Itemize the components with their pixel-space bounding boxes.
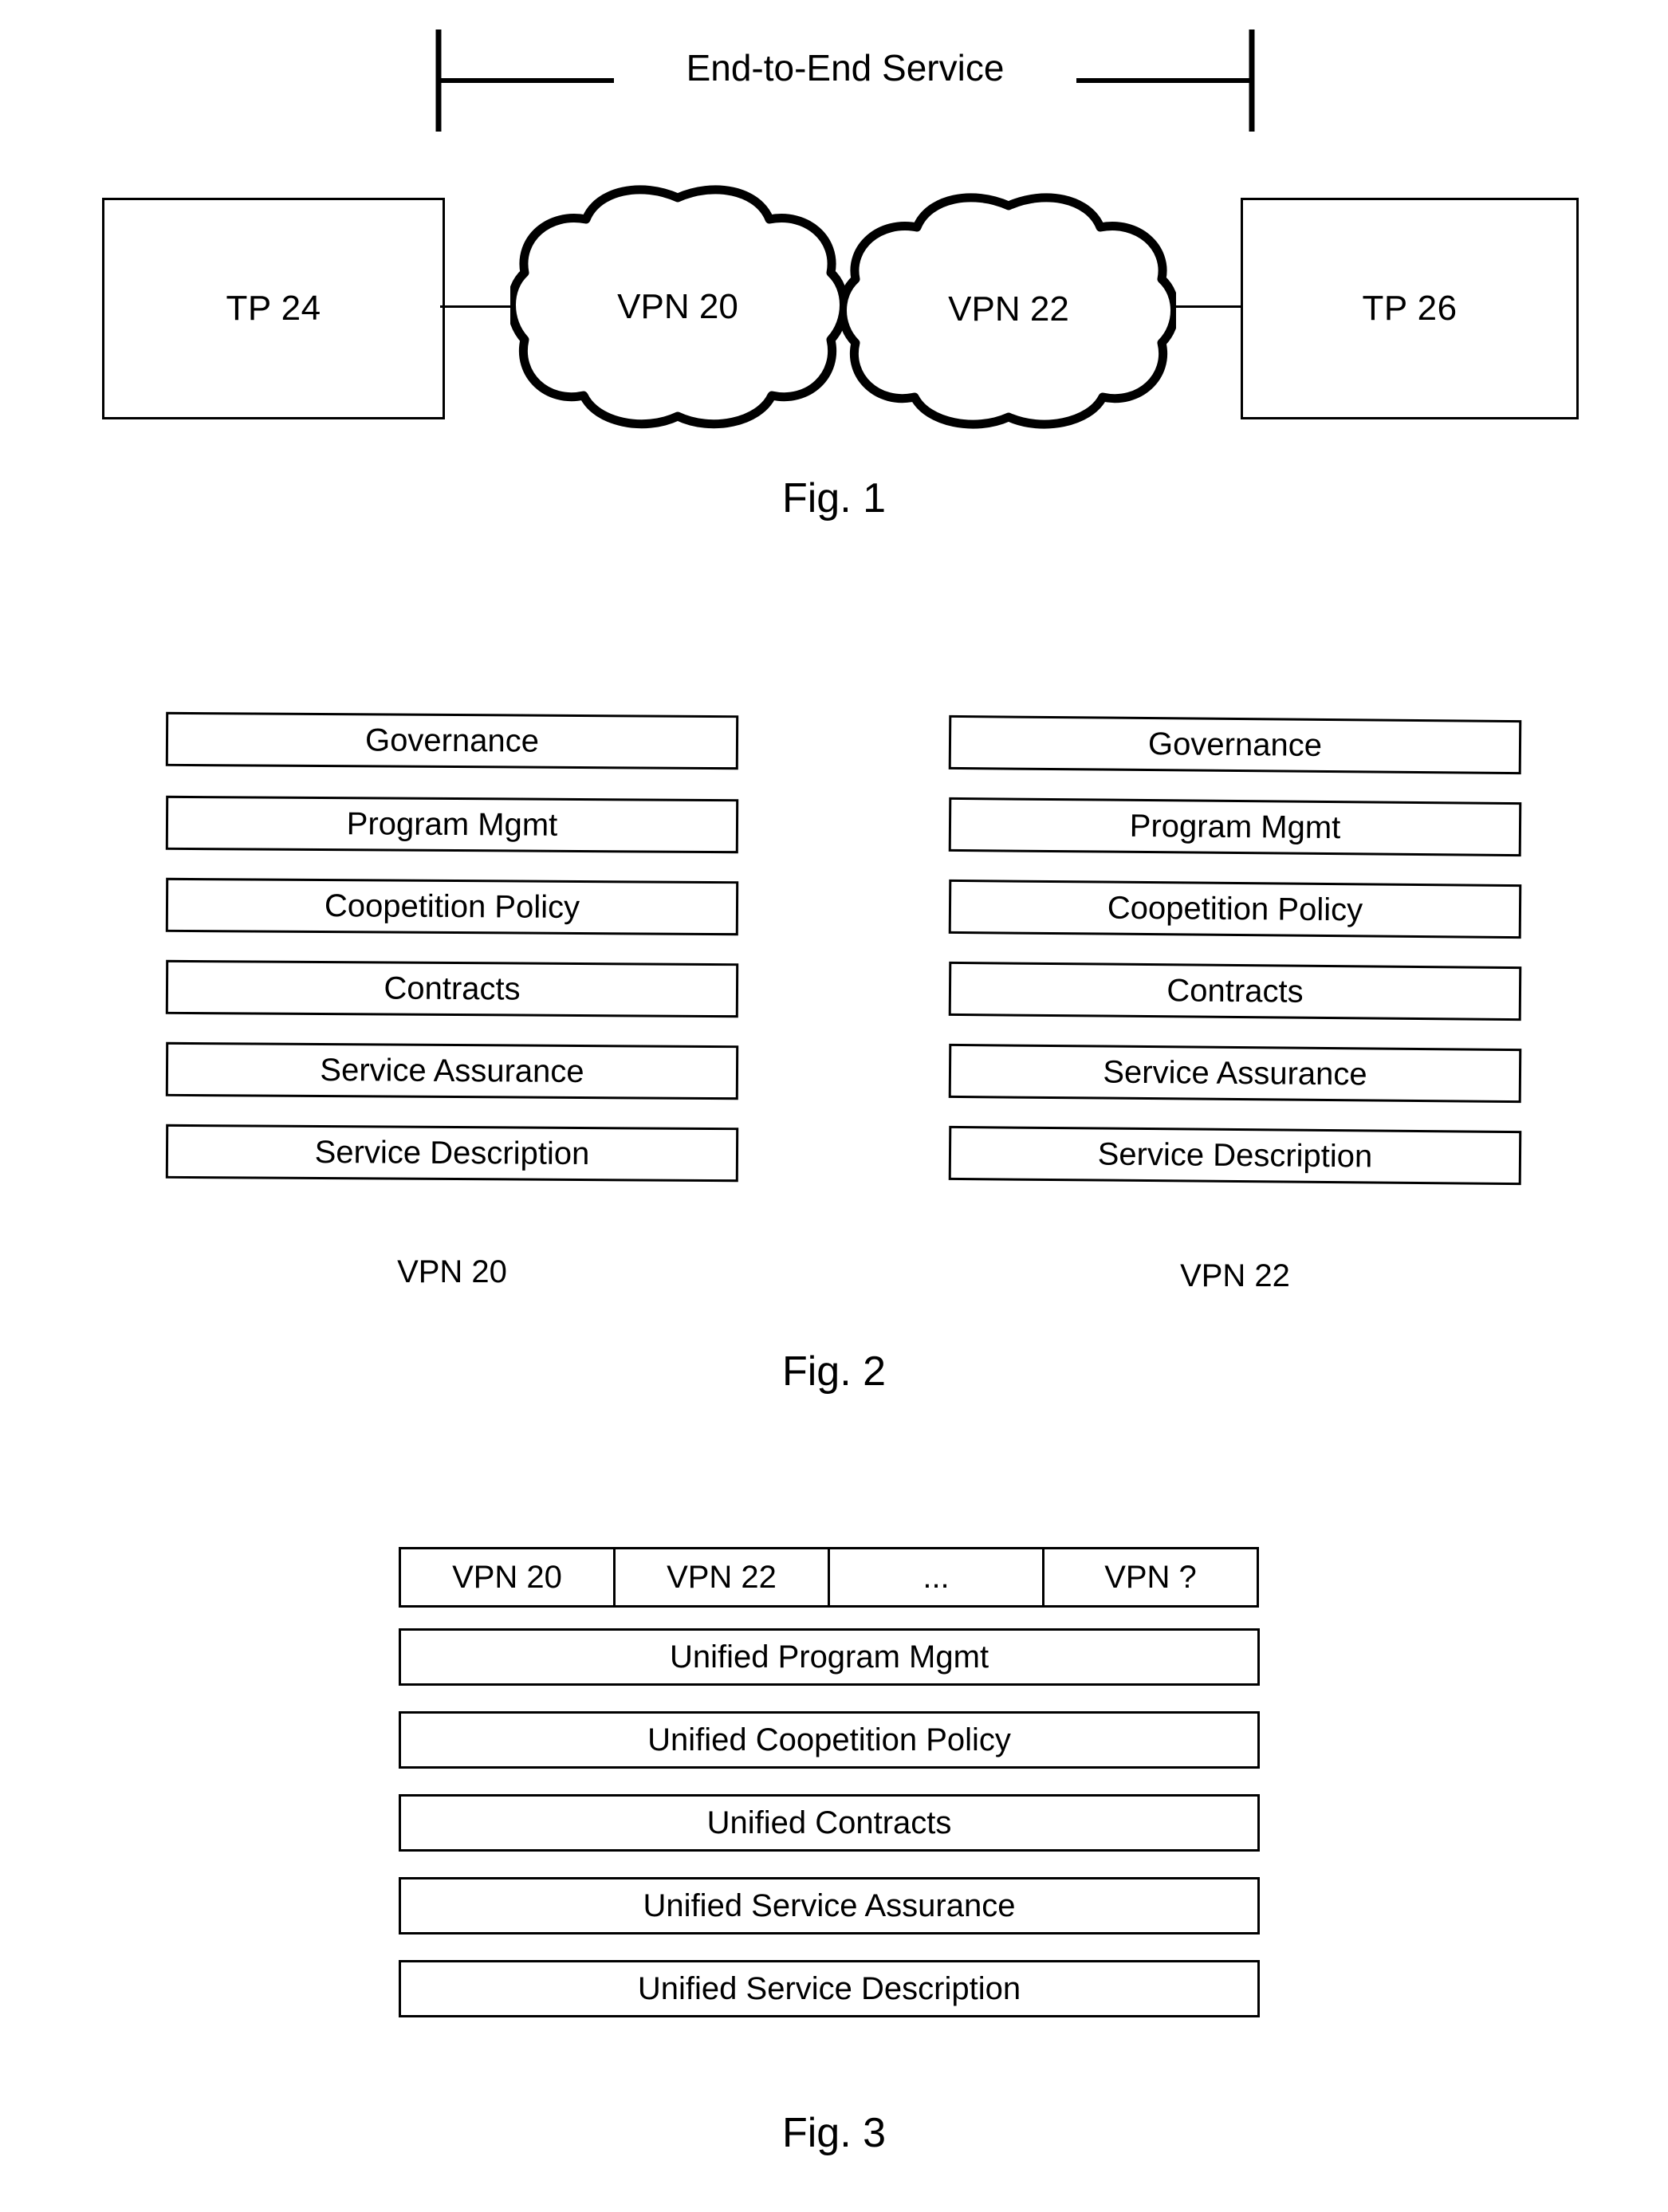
fig2-col0-layer-2: Coopetition Policy bbox=[165, 877, 739, 936]
tp-24-box: TP 24 bbox=[102, 198, 445, 419]
vpn-22-cloud-label: VPN 22 bbox=[948, 289, 1069, 329]
fig2-col1-layer-4: Service Assurance bbox=[948, 1043, 1522, 1104]
fig2-col0-layer-0: Governance bbox=[165, 711, 739, 770]
fig3-vpn-cell-3: VPN ? bbox=[1042, 1547, 1259, 1608]
fig2-col1-layer-3: Contracts bbox=[948, 961, 1522, 1021]
layer-label: Service Assurance bbox=[1103, 1054, 1367, 1092]
fig2-col1-layer-1: Program Mgmt bbox=[948, 797, 1522, 857]
fig3-layer-2: Unified Contracts bbox=[399, 1794, 1260, 1852]
layer-label: Service Description bbox=[1097, 1136, 1373, 1175]
tp-24-label: TP 24 bbox=[226, 289, 321, 328]
layer-label: Program Mgmt bbox=[346, 805, 558, 843]
layer-label: Program Mgmt bbox=[1129, 808, 1341, 845]
figure-1: End-to-End Service TP 24 VPN 20 VPN 22 T… bbox=[0, 0, 1668, 558]
layer-label: Contracts bbox=[384, 970, 521, 1007]
fig2-col0-layer-1: Program Mgmt bbox=[165, 795, 739, 854]
fig3-layer-1: Unified Coopetition Policy bbox=[399, 1711, 1260, 1769]
vpn-cell-label: VPN 20 bbox=[452, 1559, 562, 1595]
layer-label: Coopetition Policy bbox=[324, 888, 580, 925]
fig2-col0-label: VPN 20 bbox=[397, 1254, 507, 1289]
fig2-col1-layer-0: Governance bbox=[948, 714, 1522, 775]
vpn-cell-label: ... bbox=[923, 1559, 950, 1595]
layer-label: Unified Contracts bbox=[706, 1805, 952, 1840]
fig2-col0-layer-5: Service Description bbox=[165, 1124, 739, 1183]
fig3-layer-3: Unified Service Assurance bbox=[399, 1877, 1260, 1935]
fig3-vpn-cell-0: VPN 20 bbox=[399, 1547, 616, 1608]
figure-2-caption: Fig. 2 bbox=[781, 1348, 887, 1395]
layer-label: Contracts bbox=[1166, 972, 1304, 1010]
vpn-cell-label: VPN ? bbox=[1104, 1559, 1197, 1595]
fig3-vpn-cell-2: ... bbox=[828, 1547, 1044, 1608]
tp-26-box: TP 26 bbox=[1241, 198, 1579, 419]
layer-label: Coopetition Policy bbox=[1107, 890, 1363, 927]
fig2-col1-layer-5: Service Description bbox=[948, 1125, 1522, 1186]
fig3-vpn-cell-1: VPN 22 bbox=[613, 1547, 830, 1608]
layer-label: Service Assurance bbox=[320, 1052, 584, 1089]
fig3-layer-0: Unified Program Mgmt bbox=[399, 1628, 1260, 1686]
fig2-col1-layer-2: Coopetition Policy bbox=[948, 879, 1522, 939]
layer-label: Unified Coopetition Policy bbox=[647, 1722, 1011, 1757]
fig2-col1-label: VPN 22 bbox=[1180, 1258, 1290, 1293]
fig3-layer-4: Unified Service Description bbox=[399, 1960, 1260, 2017]
vpn-20-cloud-label: VPN 20 bbox=[617, 287, 738, 326]
end-to-end-service-label: End-to-End Service bbox=[686, 47, 1005, 89]
layer-label: Governance bbox=[1147, 726, 1323, 763]
connector-tp24-vpn20 bbox=[440, 305, 520, 308]
layer-label: Service Description bbox=[314, 1134, 590, 1171]
patent-drawing-sheet: End-to-End Service TP 24 VPN 20 VPN 22 T… bbox=[0, 0, 1668, 2212]
layer-label: Unified Program Mgmt bbox=[669, 1639, 989, 1675]
fig2-col0-layer-3: Contracts bbox=[165, 959, 739, 1018]
figure-3-caption: Fig. 3 bbox=[781, 2110, 887, 2156]
layer-label: Unified Service Description bbox=[637, 1970, 1021, 2006]
tp-26-label: TP 26 bbox=[1362, 289, 1458, 328]
layer-label: Unified Service Assurance bbox=[643, 1887, 1016, 1923]
layer-label: Governance bbox=[364, 722, 540, 759]
figure-1-caption: Fig. 1 bbox=[781, 475, 887, 522]
vpn-cell-label: VPN 22 bbox=[667, 1559, 777, 1595]
connector-vpn22-tp26 bbox=[1172, 305, 1242, 308]
fig2-col0-layer-4: Service Assurance bbox=[165, 1041, 739, 1100]
